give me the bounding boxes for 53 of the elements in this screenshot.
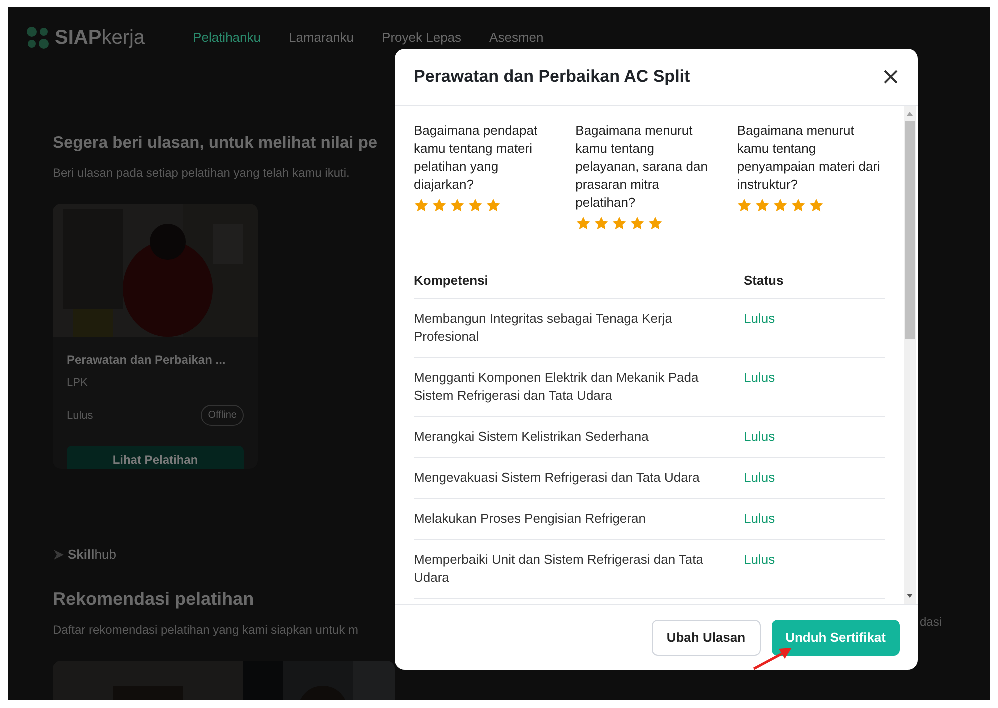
star-icon bbox=[468, 198, 483, 213]
nav-tab[interactable]: Asesmen bbox=[490, 28, 544, 48]
table-cell-text: Memperbaiki Unit dan Sistem Refrigerasi dan Tata Udara bbox=[414, 550, 705, 586]
star-icon bbox=[648, 216, 663, 231]
table-cell-text: Merangkai Sistem Kelistrikan Sederhana bbox=[414, 428, 650, 446]
table-cell-text: Membangun Integritas sebagai Tenaga Kerja Profesional bbox=[414, 310, 674, 346]
table-cell-text: Mengevakuasi Sistem Refrigerasi dan Tata Udara bbox=[414, 468, 701, 486]
view-training-button[interactable]: Lihat Pelatihan bbox=[67, 446, 244, 469]
star-icon bbox=[486, 198, 501, 213]
status-cell: Lulus bbox=[744, 428, 776, 446]
table-cell-text: Mengganti Komponen Elektrik dan Mekanik Pada Sistem Refrigerasi dan Tata Udara bbox=[414, 368, 700, 404]
star-icon bbox=[773, 198, 788, 213]
mode-badge: Offline bbox=[201, 405, 244, 426]
provider-label: LPK bbox=[67, 376, 89, 391]
star-icon bbox=[594, 216, 609, 231]
star-icon bbox=[450, 198, 465, 213]
close-button[interactable] bbox=[883, 69, 899, 85]
scrollbar[interactable] bbox=[904, 106, 916, 604]
nav-tab[interactable]: Lamaranku bbox=[289, 28, 354, 48]
star-icon bbox=[414, 198, 429, 213]
nav-tab[interactable]: Proyek Lepas bbox=[382, 28, 462, 48]
column-header: Kompetensi bbox=[414, 272, 490, 290]
star-icon bbox=[737, 198, 752, 213]
star-icon bbox=[755, 198, 770, 213]
section-subtitle: Daftar rekomendasi pelatihan yang kami siapkan untuk m bbox=[53, 622, 358, 640]
section-subtitle: Beri ulasan pada setiap pelatihan yang telah kamu ikuti. bbox=[53, 164, 350, 182]
pointer-arrow bbox=[752, 645, 794, 671]
star-icon bbox=[630, 216, 645, 231]
star-icon bbox=[612, 216, 627, 231]
edit-review-button[interactable]: Ubah Ulasan bbox=[652, 620, 761, 656]
card-title: Perawatan dan Perbaikan ... bbox=[67, 352, 227, 369]
star-icon bbox=[432, 198, 447, 213]
logo: SIAPkerja bbox=[25, 23, 146, 53]
status-cell-text: Lulus bbox=[744, 550, 776, 568]
star-icon bbox=[809, 198, 824, 213]
scroll-down-icon[interactable] bbox=[906, 592, 914, 600]
download-certificate-button[interactable]: Unduh Sertifikat bbox=[772, 620, 900, 656]
status-cell-text: Lulus bbox=[744, 310, 776, 328]
modal-title: Perawatan dan Perbaikan AC Split bbox=[414, 66, 690, 88]
column-header: Status bbox=[744, 272, 784, 290]
nav-tab[interactable]: Pelatihanku bbox=[193, 28, 261, 48]
status-cell: Lulus bbox=[744, 468, 776, 486]
status-cell-text: Lulus bbox=[744, 368, 776, 386]
section-title: Rekomendasi pelatihan bbox=[53, 588, 254, 612]
status-cell: Lulus bbox=[744, 510, 776, 528]
question-text: Bagaimana pendapat kamu tentang materi pelatihan yang diajarkan? bbox=[414, 122, 539, 194]
star-icon bbox=[791, 198, 806, 213]
status-label: Lulus bbox=[67, 408, 94, 424]
table-cell-text: Melakukan Proses Pengisian Refrigeran bbox=[414, 510, 647, 528]
star-icon bbox=[576, 216, 591, 231]
section-title: Segera beri ulasan, untuk melihat nilai pe bbox=[53, 133, 378, 154]
question-text: Bagaimana menurut kamu tentang pelayanan, sarana dan prasaran mitra pelatihan? bbox=[576, 122, 709, 212]
question-text: Bagaimana menurut kamu tentang penyampaian materi dari instruktur? bbox=[737, 122, 882, 194]
